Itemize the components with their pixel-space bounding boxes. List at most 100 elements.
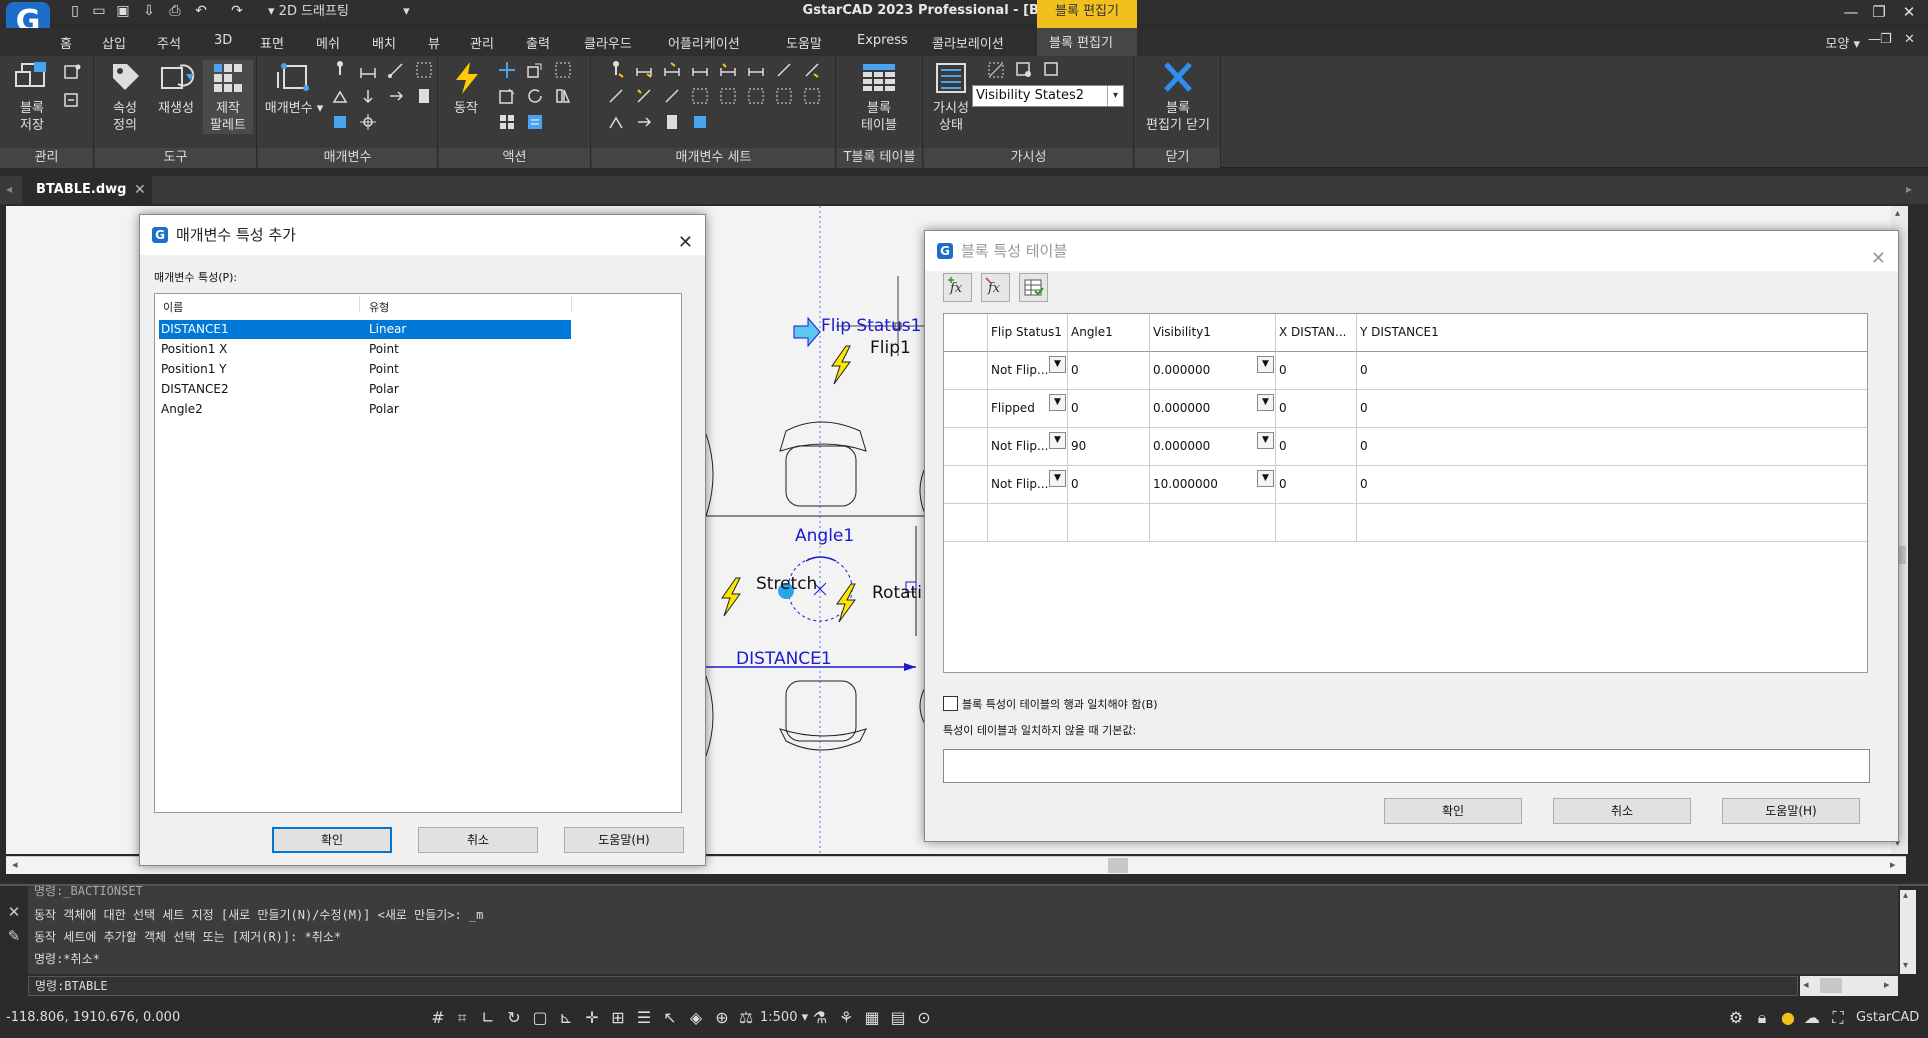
scroll-down-icon[interactable]: ▾: [1903, 960, 1908, 971]
list-item[interactable]: Position1 Y Point: [159, 360, 571, 379]
dropdown-arrow-icon[interactable]: ▼: [1257, 356, 1274, 373]
dynamic-ucs-icon[interactable]: ✛: [582, 1008, 602, 1028]
row-header[interactable]: [944, 466, 988, 504]
make-invisible-icon[interactable]: [1042, 60, 1062, 80]
row-header[interactable]: [944, 352, 988, 390]
alignment-param-icon[interactable]: [358, 86, 378, 106]
tab-layout[interactable]: 배치: [372, 33, 396, 52]
action-button[interactable]: 동작: [443, 60, 489, 117]
dialog-titlebar[interactable]: G 블록 특성 테이블 ✕: [925, 231, 1898, 271]
dropdown-arrow-icon[interactable]: ▼: [1049, 432, 1066, 449]
grid-cell[interactable]: 0: [1276, 466, 1357, 504]
customize-icon[interactable]: ✎: [6, 928, 22, 944]
visibility-state-select[interactable]: Visibility States2 ▾: [972, 85, 1124, 107]
polar-param-icon[interactable]: [386, 60, 406, 80]
pset-polar-move-icon[interactable]: [774, 60, 794, 80]
row-header[interactable]: [944, 390, 988, 428]
scroll-up-icon[interactable]: ▴: [1903, 890, 1908, 901]
snap-grid-icon[interactable]: ⌗: [452, 1008, 472, 1028]
block-edit-icon[interactable]: [62, 62, 82, 82]
otrack-icon[interactable]: ⊾: [556, 1008, 576, 1028]
tab-3d[interactable]: 3D: [214, 33, 232, 48]
pset-linear-array-icon[interactable]: [690, 60, 710, 80]
flip-action-icon[interactable]: [553, 86, 573, 106]
restore-icon[interactable]: ❐: [1868, 2, 1890, 22]
lookup-param-icon[interactable]: [330, 112, 350, 132]
horizontal-scroll-thumb[interactable]: [1108, 858, 1128, 873]
close-icon[interactable]: ✕: [1871, 239, 1886, 279]
move-action-icon[interactable]: [497, 60, 517, 80]
dialog-titlebar[interactable]: G 매개변수 특성 추가 ✕: [140, 215, 705, 255]
ok-button[interactable]: 확인: [272, 827, 392, 853]
tab-view[interactable]: 뷰: [428, 33, 440, 52]
close-tab-icon[interactable]: ✕: [134, 182, 146, 198]
grid-cell-empty[interactable]: [1150, 504, 1276, 542]
grid-cell[interactable]: 0: [1357, 428, 1867, 466]
pset-linear-move-icon[interactable]: [634, 60, 654, 80]
grid-header[interactable]: Y DISTANCE1: [1357, 314, 1867, 352]
grid-cell[interactable]: 0: [1068, 352, 1150, 390]
pset-point-move-icon[interactable]: [606, 60, 626, 80]
style-menu[interactable]: 모양 ▾: [1825, 33, 1860, 52]
grid-cell-empty[interactable]: [1068, 504, 1150, 542]
block-test-icon[interactable]: [62, 90, 82, 110]
annotation-visibility-icon[interactable]: ⚗: [810, 1008, 830, 1028]
column-header-name[interactable]: 이름: [163, 299, 183, 315]
tab-home[interactable]: 홈: [60, 33, 72, 52]
pset-linear-stretchpair-icon[interactable]: [746, 60, 766, 80]
pset-xy-moveset-icon[interactable]: [746, 86, 766, 106]
scroll-right-icon[interactable]: ▸: [1884, 978, 1890, 991]
dropdown-arrow-icon[interactable]: ▼: [1257, 432, 1274, 449]
ribbon-restore-icon[interactable]: ❐: [1880, 32, 1892, 47]
lightbulb-icon[interactable]: ●: [1778, 1008, 1798, 1028]
define-attribute-button[interactable]: 속성 정의: [103, 60, 147, 134]
stretch-action-icon[interactable]: [553, 60, 573, 80]
list-item[interactable]: Position1 X Point: [159, 340, 571, 359]
audit-button[interactable]: [1019, 273, 1048, 302]
tab-output[interactable]: 출력: [526, 33, 550, 52]
grid-cell-empty[interactable]: [1276, 504, 1357, 542]
lock-icon[interactable]: 🔒︎: [1752, 1008, 1772, 1028]
default-value-field[interactable]: [943, 749, 1870, 783]
pset-xy-movepair-icon[interactable]: [718, 86, 738, 106]
pset-xy-array-icon[interactable]: [802, 86, 822, 106]
grid-header[interactable]: X DISTAN...: [1276, 314, 1357, 352]
tab-annotate[interactable]: 주석: [157, 33, 181, 52]
hardware-accel-icon[interactable]: ▦: [862, 1008, 882, 1028]
visibility-param-icon[interactable]: [414, 86, 434, 106]
list-item[interactable]: DISTANCE2 Polar: [159, 380, 571, 399]
pset-polar-stretch-icon[interactable]: [802, 60, 822, 80]
ok-button[interactable]: 확인: [1384, 798, 1522, 824]
tab-manage[interactable]: 관리: [470, 33, 494, 52]
grid-header[interactable]: Angle1: [1068, 314, 1150, 352]
list-item[interactable]: DISTANCE1 Linear: [159, 320, 571, 339]
tab-surface[interactable]: 표면: [260, 33, 284, 52]
authoring-palette-button[interactable]: 제작 팔레트: [203, 60, 253, 134]
regen-button[interactable]: 재생성: [151, 60, 201, 117]
grid-cell[interactable]: 0: [1276, 428, 1357, 466]
command-hscroll[interactable]: ◂ ▸: [1800, 976, 1898, 996]
dropdown-arrow-icon[interactable]: ▼: [1049, 356, 1066, 373]
ortho-icon[interactable]: ∟: [478, 1008, 498, 1028]
list-item[interactable]: Angle2 Polar: [159, 400, 571, 419]
close-block-editor-button[interactable]: 블록 편집기 닫기: [1137, 60, 1219, 134]
make-visible-icon[interactable]: [1014, 60, 1034, 80]
new-properties-button[interactable]: fx: [981, 273, 1010, 302]
selection-cycling-icon[interactable]: ↖: [660, 1008, 680, 1028]
layers-icon[interactable]: ◈: [686, 1008, 706, 1028]
command-input[interactable]: 명령:BTABLE: [28, 976, 1798, 996]
osnap-icon[interactable]: ▢: [530, 1008, 550, 1028]
scroll-right-icon[interactable]: ▸: [1890, 858, 1896, 871]
scroll-left-icon[interactable]: ◂: [6, 182, 12, 196]
auto-scale-icon[interactable]: ⚘: [836, 1008, 856, 1028]
match-rows-checkbox[interactable]: [943, 696, 958, 711]
minimize-icon[interactable]: —: [1840, 2, 1862, 22]
dropdown-arrow-icon[interactable]: ▼: [1257, 394, 1274, 411]
basepoint-param-icon[interactable]: [358, 112, 378, 132]
lineweight-icon[interactable]: ☰: [634, 1008, 654, 1028]
pset-xy-stretchbox-icon[interactable]: [774, 86, 794, 106]
dropdown-arrow-icon[interactable]: ▼: [1049, 394, 1066, 411]
tab-insert[interactable]: 삽입: [102, 33, 126, 52]
fullscreen-icon[interactable]: ⛶: [1828, 1008, 1848, 1028]
polar-stretch-icon[interactable]: [497, 86, 517, 106]
